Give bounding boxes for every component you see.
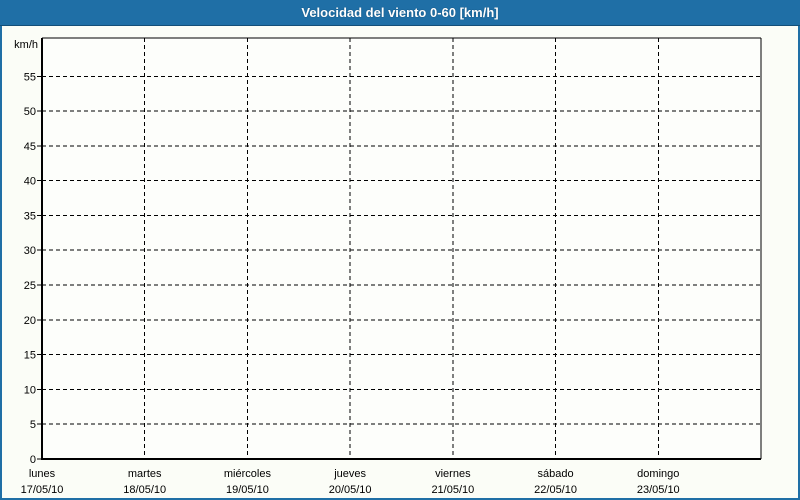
plot-canvas: 0 5 10 15 20 25 30 35 40 45 50 55 lunes 17/05/10 marte… — [21, 37, 762, 496]
x-date-label: 18/05/10 — [123, 484, 166, 496]
x-day-label: sábado — [538, 468, 574, 480]
y-tick-label: 0 — [30, 454, 36, 466]
y-tick-label: 55 — [24, 71, 36, 83]
x-date-label: 21/05/10 — [431, 484, 474, 496]
y-tick-label: 35 — [24, 210, 36, 222]
x-day-label: lunes — [29, 468, 56, 480]
y-tick-label: 5 — [30, 419, 36, 431]
x-date-label: 17/05/10 — [21, 484, 64, 496]
y-tick-label: 40 — [24, 176, 36, 188]
y-tick-label: 45 — [24, 141, 36, 153]
x-day-label: martes — [128, 468, 162, 480]
x-date-label: 19/05/10 — [226, 484, 269, 496]
chart-widget-frame: Velocidad del viento 0-60 [km/h] km/h 05… — [0, 0, 800, 500]
plot-background — [42, 38, 761, 459]
x-date-label: 22/05/10 — [534, 484, 577, 496]
y-tick-label: 30 — [24, 245, 36, 257]
x-date-label: 23/05/10 — [637, 484, 680, 496]
x-day-label: jueves — [333, 468, 366, 480]
x-day-label: miércoles — [224, 468, 272, 480]
y-tick-label: 20 — [24, 315, 36, 327]
y-tick-label: 10 — [24, 384, 36, 396]
x-date-label: 20/05/10 — [329, 484, 372, 496]
x-day-label: domingo — [637, 468, 679, 480]
y-tick-label: 15 — [24, 350, 36, 362]
y-tick-label: 50 — [24, 106, 36, 118]
x-day-label: viernes — [435, 468, 471, 480]
y-tick-label: 25 — [24, 280, 36, 292]
